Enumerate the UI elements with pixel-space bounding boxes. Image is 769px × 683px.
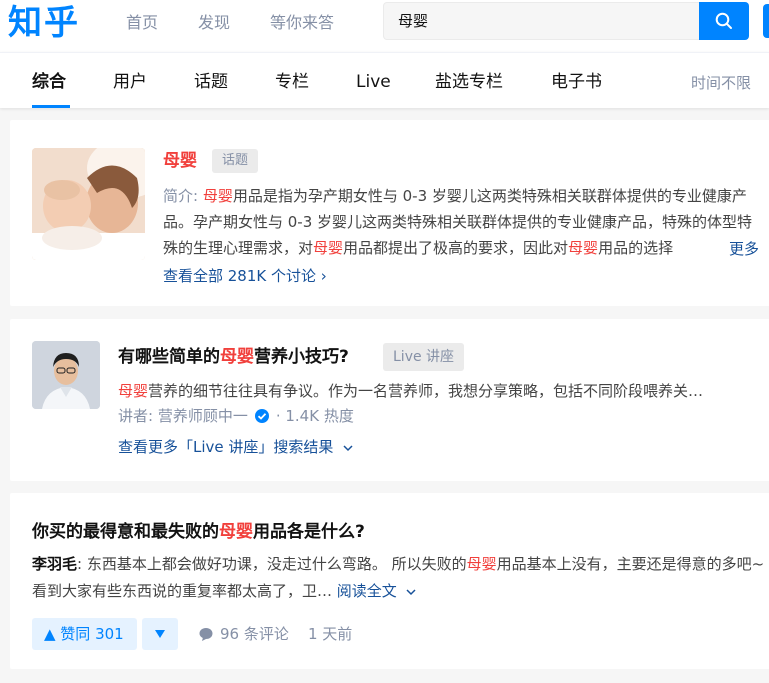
speaker-avatar[interactable] [32, 341, 100, 409]
view-more-live-link[interactable]: 查看更多「Live 讲座」搜索结果 [118, 435, 354, 459]
tab-ebooks[interactable]: 电子书 [551, 70, 602, 94]
highlight-keyword: 母婴 [313, 239, 344, 257]
live-description: 母婴营养的细节往往具有争议。作为一名营养师，我想分享策略，包括不同阶段喂养关… [118, 379, 738, 403]
tab-columns[interactable]: 专栏 [275, 70, 309, 94]
search-type-tabs: 综合 用户 话题 专栏 Live 盐选专栏 电子书 时间不限 [0, 52, 769, 108]
highlight-keyword: 母婴 [220, 347, 254, 367]
comment-count: 96 条评论 [220, 625, 289, 643]
question-title[interactable]: 你买的最得意和最失败的母婴用品各是什么? [32, 520, 365, 544]
title-text: 你买的最得意和最失败的 [32, 522, 219, 542]
ask-button-edge[interactable] [763, 4, 769, 38]
topic-description: 简介: 母婴用品是指为孕产期女性与 0-3 岁婴儿这两类特殊相关联群体提供的专业… [163, 183, 765, 261]
expand-more-link[interactable]: 更多 [715, 237, 760, 261]
title-text: 用品各是什么? [253, 522, 365, 542]
downvote-button[interactable] [142, 618, 178, 650]
time-filter-dropdown[interactable]: 时间不限 [691, 72, 751, 94]
topic-tag: 话题 [212, 149, 259, 173]
comments-button[interactable]: 96 条评论 [198, 623, 289, 645]
zhihu-logo[interactable]: 知乎 [8, 2, 80, 44]
comment-bubble-icon [199, 628, 213, 641]
chevron-down-icon [343, 444, 353, 451]
tab-salt-columns[interactable]: 盐选专栏 [435, 70, 503, 94]
highlight-keyword: 母婴 [118, 382, 149, 400]
highlight-keyword: 母婴 [466, 555, 497, 573]
answer-excerpt[interactable]: 李羽毛: 东西基本上都会做好功课，没走过什么弯路。 所以失败的母婴用品基本上没有… [32, 551, 767, 605]
title-text: 有哪些简单的 [118, 347, 220, 367]
live-meta: 讲者: 营养师顾中一 · 1.4K 热度 [118, 404, 354, 428]
desc-text: 营养的细节往往具有争议。作为一名营养师，我想分享策略，包括不同阶段喂养关… [148, 382, 704, 400]
search-icon [715, 12, 732, 29]
speaker-name[interactable]: 讲者: 营养师顾中一 [118, 404, 248, 428]
heat-count: · 1.4K 热度 [275, 407, 354, 425]
highlight-keyword: 母婴 [568, 239, 599, 257]
live-card: 有哪些简单的母婴营养小技巧? Live 讲座 母婴营养的细节往往具有争议。作为一… [10, 319, 769, 481]
search-input[interactable]: 母婴 [383, 2, 701, 40]
topic-title[interactable]: 母婴 [163, 149, 197, 173]
highlight-keyword: 母婴 [219, 522, 253, 542]
read-full-label: 阅读全文 [336, 582, 397, 600]
tab-topics[interactable]: 话题 [194, 70, 228, 94]
tab-users[interactable]: 用户 [113, 70, 147, 94]
read-full-link[interactable]: 阅读全文 [337, 582, 417, 600]
chevron-down-icon [406, 588, 416, 595]
nav-home[interactable]: 首页 [126, 12, 158, 34]
active-tab-indicator [32, 105, 70, 108]
answer-text: : 东西基本上都会做好功课，没走过什么弯路。 所以失败的 [77, 555, 467, 573]
nav-waiting-answers[interactable]: 等你来答 [270, 12, 334, 34]
desc-prefix: 简介: [163, 187, 203, 205]
desc-text: 用品的选择 [598, 239, 674, 257]
view-all-discussions-link[interactable]: 查看全部 281K 个讨论 › [163, 264, 327, 288]
post-time: 1 天前 [308, 625, 353, 643]
desc-text: 用品都提出了极高的要求，因此对 [343, 239, 569, 257]
top-header: 知乎 首页 发现 等你来答 母婴 [0, 0, 769, 52]
topic-card: 母婴 话题 简介: 母婴用品是指为孕产期女性与 0-3 岁婴儿这两类特殊相关联群… [10, 120, 769, 306]
tab-live[interactable]: Live [356, 70, 391, 94]
search-button[interactable] [699, 2, 749, 40]
topic-image[interactable] [32, 148, 145, 260]
tab-general[interactable]: 综合 [32, 70, 66, 94]
answer-card: 你买的最得意和最失败的母婴用品各是什么? 李羽毛: 东西基本上都会做好功课，没走… [10, 493, 769, 669]
live-tag: Live 讲座 [383, 343, 465, 371]
nav-explore[interactable]: 发现 [198, 12, 230, 34]
live-title[interactable]: 有哪些简单的母婴营养小技巧? [118, 345, 349, 369]
verified-badge-icon [254, 409, 269, 423]
title-text: 营养小技巧? [254, 347, 349, 367]
view-more-label: 查看更多「Live 讲座」搜索结果 [118, 438, 334, 456]
upvote-button[interactable]: ▲ 赞同 301 [32, 618, 137, 650]
triangle-down-icon [155, 630, 165, 638]
highlight-keyword: 母婴 [202, 187, 233, 205]
author-name[interactable]: 李羽毛 [32, 555, 77, 573]
